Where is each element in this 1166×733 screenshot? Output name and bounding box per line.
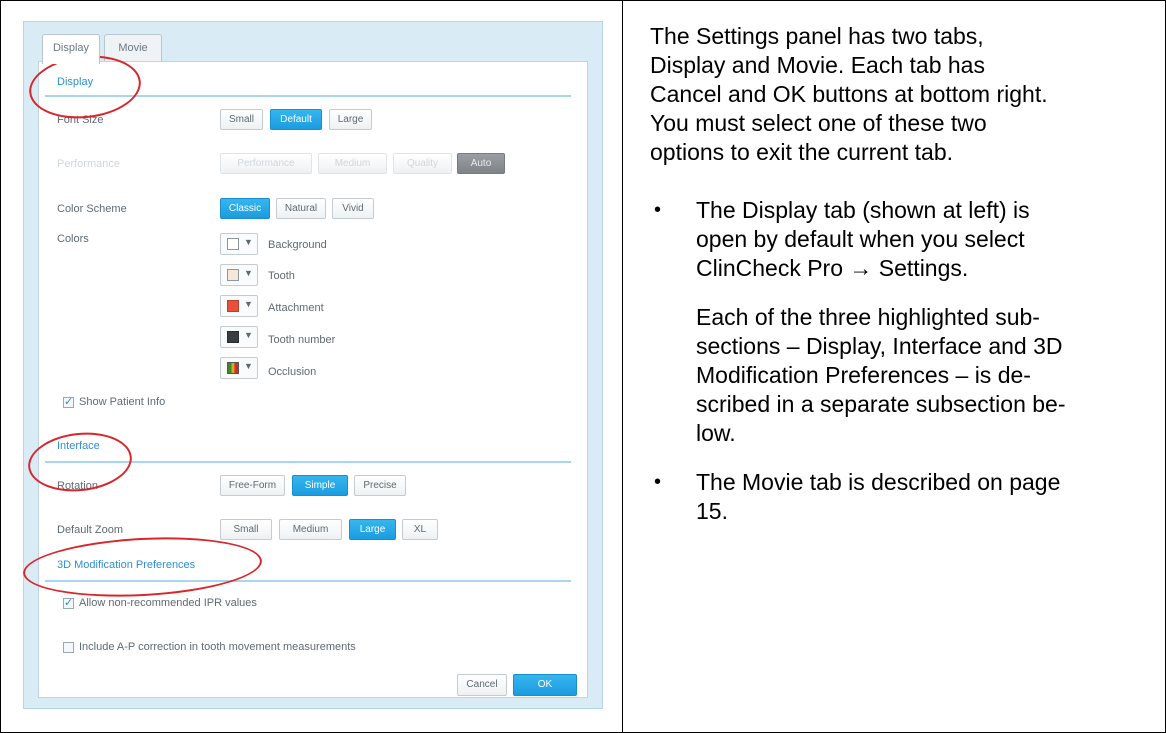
performance-label: Performance	[57, 158, 120, 170]
performance-button: Performance	[220, 153, 312, 174]
background-color-label: Background	[268, 239, 327, 251]
default-zoom-label: Default Zoom	[57, 524, 124, 536]
intro-line-5: options to exit the current tab.	[650, 139, 954, 165]
tooth-number-color-label: Tooth number	[268, 334, 336, 346]
allow-ipr-checkbox[interactable]: ✓	[63, 598, 74, 609]
bullet1-line-1: The Display tab (shown at left) is	[696, 197, 1030, 223]
chevron-down-icon: ▼	[244, 237, 253, 247]
font-size-small-button[interactable]: Small	[220, 109, 263, 130]
include-ap-checkbox[interactable]	[63, 642, 74, 653]
attachment-color-picker[interactable]: ▼	[220, 295, 258, 317]
zoom-small-button[interactable]: Small	[220, 519, 272, 540]
color-scheme-vivid-button[interactable]: Vivid	[332, 198, 374, 219]
background-color-picker[interactable]: ▼	[220, 233, 258, 255]
show-patient-info-checkbox[interactable]: ✓	[63, 397, 74, 408]
show-patient-info-label: Show Patient Info	[79, 396, 166, 408]
bullet1-para-line-3: Modification Preferences – is de-	[696, 362, 1031, 388]
bullet2-line-2: 15.	[696, 498, 728, 524]
bullet1-para-line-4: scribed in a separate subsection be-	[696, 391, 1066, 417]
bullet-icon: •	[654, 199, 662, 221]
allow-ipr-label: Allow non-recommended IPR values	[79, 597, 257, 609]
occlusion-color-picker[interactable]: ▼	[220, 357, 258, 379]
bullet1-para-line-1: Each of the three highlighted sub-	[696, 304, 1040, 330]
rotation-simple-button[interactable]: Simple	[292, 475, 348, 496]
chevron-down-icon: ▼	[244, 299, 253, 309]
cancel-button[interactable]: Cancel	[457, 674, 507, 696]
intro-line-3: Cancel and OK buttons at bottom right.	[650, 81, 1048, 107]
color-swatch	[227, 269, 239, 281]
color-swatch	[227, 362, 239, 374]
performance-quality-button: Quality	[393, 153, 452, 174]
tooth-color-label: Tooth	[268, 270, 295, 282]
settings-content: Display Font Size Small Default Large Pe…	[38, 61, 588, 698]
zoom-medium-button[interactable]: Medium	[279, 519, 342, 540]
color-scheme-label: Color Scheme	[57, 203, 127, 215]
bullet2-line-1: The Movie tab is described on page	[696, 469, 1061, 495]
chevron-down-icon: ▼	[244, 330, 253, 340]
font-size-default-button[interactable]: Default	[270, 109, 322, 130]
rotation-free-form-button[interactable]: Free-Form	[220, 475, 285, 496]
color-swatch	[227, 238, 239, 250]
occlusion-color-label: Occlusion	[268, 366, 317, 378]
chevron-down-icon: ▼	[244, 361, 253, 371]
performance-medium-button: Medium	[318, 153, 387, 174]
font-size-large-button[interactable]: Large	[329, 109, 372, 130]
bullet1-para-line-5: low.	[696, 420, 736, 446]
attachment-color-label: Attachment	[268, 302, 324, 314]
colors-label: Colors	[57, 233, 89, 245]
performance-auto-button: Auto	[457, 153, 505, 174]
intro-line-4: You must select one of these two	[650, 110, 987, 136]
intro-line-1: The Settings panel has two tabs,	[650, 23, 984, 49]
zoom-xl-button[interactable]: XL	[402, 519, 438, 540]
color-swatch	[227, 300, 239, 312]
zoom-large-button[interactable]: Large	[349, 519, 396, 540]
include-ap-label: Include A-P correction in tooth movement…	[79, 641, 356, 653]
bullet1-line-2: open by default when you select	[696, 226, 1025, 252]
bullet1-para-line-2: sections – Display, Interface and 3D	[696, 333, 1063, 359]
bullet1-line-3: ClinCheck Pro → Settings.	[696, 255, 969, 281]
tab-display[interactable]: Display	[42, 34, 100, 64]
color-swatch	[227, 331, 239, 343]
tooth-color-picker[interactable]: ▼	[220, 264, 258, 286]
bullet-icon: •	[654, 471, 662, 493]
color-scheme-natural-button[interactable]: Natural	[276, 198, 326, 219]
column-divider	[622, 0, 623, 733]
intro-line-2: Display and Movie. Each tab has	[650, 52, 985, 78]
settings-panel: Display Movie Display Font Size Small De…	[23, 21, 603, 709]
rotation-precise-button[interactable]: Precise	[354, 475, 406, 496]
chevron-down-icon: ▼	[244, 268, 253, 278]
color-scheme-classic-button[interactable]: Classic	[220, 198, 270, 219]
ok-button[interactable]: OK	[513, 674, 577, 696]
tooth-number-color-picker[interactable]: ▼	[220, 326, 258, 348]
